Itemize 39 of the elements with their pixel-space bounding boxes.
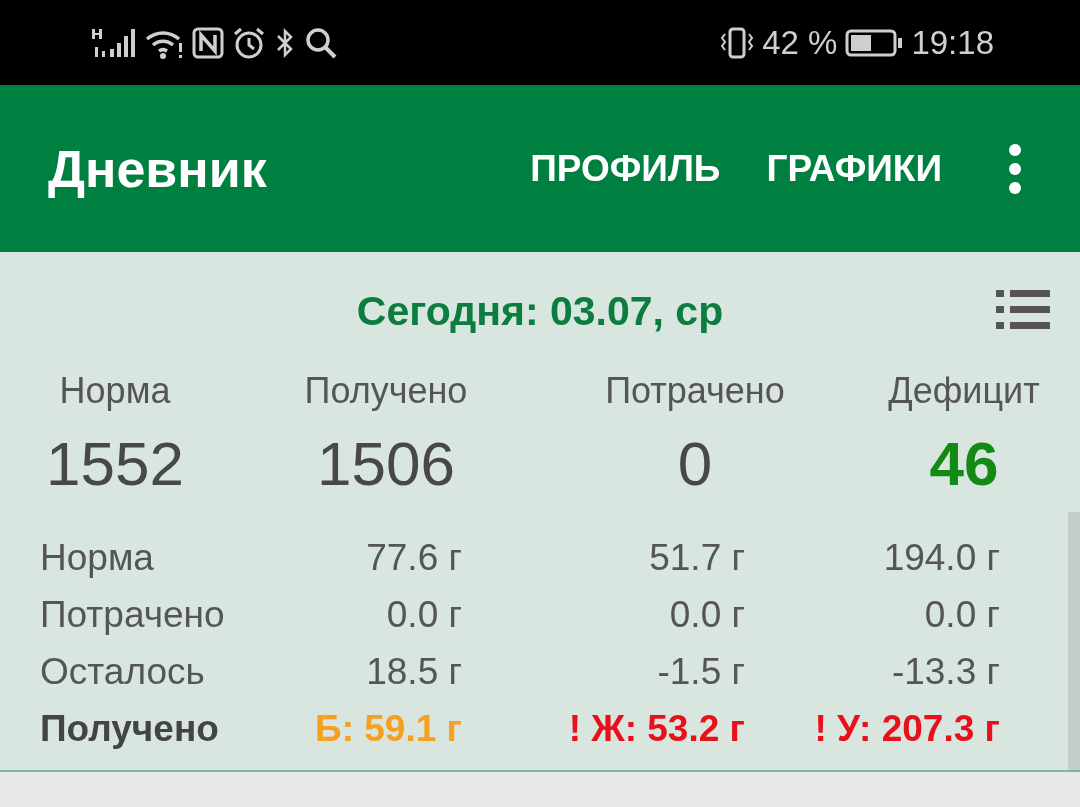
toolbar-button[interactable]: ГРАФИКИ xyxy=(766,147,942,190)
nutrient-value: 51.7 г xyxy=(648,537,745,580)
nutrient-value: 0.0 г xyxy=(385,594,462,637)
total-value: 46 xyxy=(929,428,999,499)
list-icon xyxy=(996,288,1050,332)
total-label: Получено xyxy=(304,370,468,413)
nutrient-value: Б: 59.1 г xyxy=(314,708,462,751)
nfc-icon xyxy=(192,26,224,59)
nutrient-value: 0.0 г xyxy=(668,594,745,637)
total-value: 0 xyxy=(677,428,713,499)
nutrient-value: 0.0 г xyxy=(923,594,1000,637)
search-icon xyxy=(304,25,338,60)
clock-time: 19:18 xyxy=(911,23,994,62)
row-label: Норма xyxy=(40,537,155,580)
total-label: Потрачено xyxy=(605,370,785,413)
nutrient-value: ! Ж: 53.2 г xyxy=(567,708,745,751)
alarm-icon xyxy=(232,25,266,60)
total-value: 1552 xyxy=(46,428,184,499)
toolbar-button[interactable]: ПРОФИЛЬ xyxy=(530,147,721,190)
total-label: Дефицит xyxy=(888,370,1040,413)
nutrient-value: 194.0 г xyxy=(882,537,1000,580)
nutrient-value: ! У: 207.3 г xyxy=(813,708,1000,751)
more-icon xyxy=(1008,143,1022,194)
vibrate-icon xyxy=(720,25,755,60)
nutrient-value: 18.5 г xyxy=(365,651,462,694)
row-label: Осталось xyxy=(40,651,206,694)
battery-icon xyxy=(845,27,904,58)
total-label: Норма xyxy=(59,370,171,413)
total-value: 1506 xyxy=(317,428,455,499)
date-header: Сегодня: 03.07, ср xyxy=(356,287,724,335)
row-label: Потрачено xyxy=(40,594,226,637)
nutrient-value: -13.3 г xyxy=(890,651,1000,694)
app-title: Дневник xyxy=(48,138,267,199)
nutrient-value: 77.6 г xyxy=(365,537,462,580)
nutrient-value: -1.5 г xyxy=(656,651,745,694)
scrollbar[interactable] xyxy=(1068,512,1080,770)
battery-percent: 42 % xyxy=(762,23,838,62)
row-label: Получено xyxy=(40,708,220,751)
list-view-button[interactable] xyxy=(996,288,1050,332)
